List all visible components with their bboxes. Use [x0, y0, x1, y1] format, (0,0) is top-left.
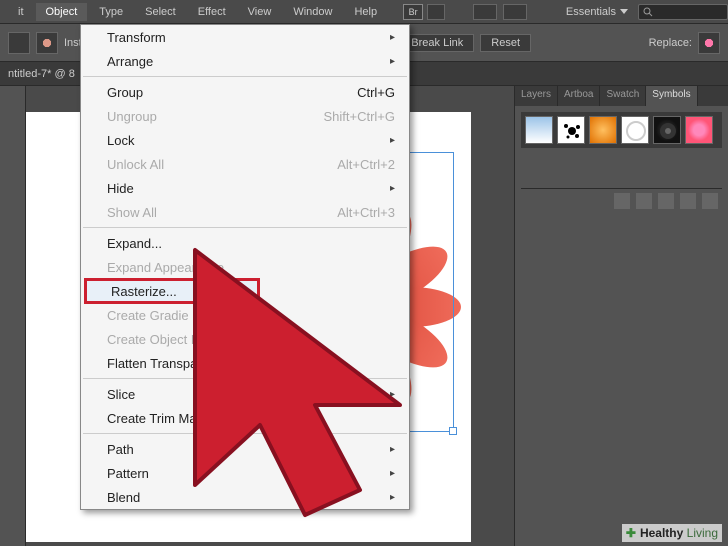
plus-icon: ✚	[626, 526, 636, 540]
menu-item-arrange[interactable]: Arrange	[81, 49, 409, 73]
layout-toggle-2-icon[interactable]	[503, 4, 527, 20]
replace-swatch[interactable]	[698, 32, 720, 54]
workspace-switcher[interactable]: Essentials	[558, 3, 636, 21]
menu-edit-partial[interactable]: it	[8, 3, 34, 21]
break-link-icon[interactable]	[636, 193, 652, 209]
bridge-icon[interactable]: Br	[403, 4, 423, 20]
menu-item-show-all: Show AllAlt+Ctrl+3	[81, 200, 409, 224]
menu-item-path[interactable]: Path	[81, 437, 409, 461]
menu-item-create-trim-marks[interactable]: Create Trim Marks	[81, 406, 409, 430]
symbol-swatch-2[interactable]	[589, 116, 617, 144]
menu-item-create-object-m: Create Object M	[81, 327, 409, 351]
symbol-swatch-4[interactable]	[653, 116, 681, 144]
panel-tabs: Layers Artboa Swatch Symbols	[515, 86, 728, 106]
menu-item-blend[interactable]: Blend	[81, 485, 409, 509]
menu-item-ungroup: UngroupShift+Ctrl+G	[81, 104, 409, 128]
symbol-swatch-1[interactable]	[557, 116, 585, 144]
watermark-suffix: Living	[687, 526, 718, 540]
symbol-options-icon[interactable]	[658, 193, 674, 209]
workspace-label: Essentials	[566, 6, 616, 18]
symbols-panel	[515, 106, 728, 219]
watermark-brand: Healthy	[640, 526, 683, 540]
menu-item-slice[interactable]: Slice	[81, 382, 409, 406]
menu-object[interactable]: Object	[36, 3, 88, 21]
menu-item-rasterize[interactable]: Rasterize...	[85, 279, 259, 303]
symbols-grid	[521, 112, 722, 148]
menu-item-pattern[interactable]: Pattern	[81, 461, 409, 485]
tab-symbols[interactable]: Symbols	[646, 86, 697, 106]
menu-effect[interactable]: Effect	[188, 3, 236, 21]
tab-artboards[interactable]: Artboa	[558, 86, 600, 106]
right-panel-dock: Layers Artboa Swatch Symbols	[514, 86, 728, 546]
main-menubar: it Object Type Select Effect View Window…	[0, 0, 728, 24]
replace-label: Replace:	[649, 37, 692, 49]
menu-item-expand[interactable]: Expand...	[81, 231, 409, 255]
menu-window[interactable]: Window	[283, 3, 342, 21]
tab-swatches[interactable]: Swatch	[600, 86, 646, 106]
menu-help[interactable]: Help	[344, 3, 387, 21]
symbol-swatch-3[interactable]	[621, 116, 649, 144]
delete-symbol-icon[interactable]	[702, 193, 718, 209]
menu-item-expand-appearance: Expand Appearance	[81, 255, 409, 279]
search-icon	[643, 7, 653, 17]
menu-item-flatten-transparency[interactable]: Flatten Transparency	[81, 351, 409, 375]
chevron-down-icon	[620, 9, 628, 14]
layout-toggle-1-icon[interactable]	[473, 4, 497, 20]
panel-footer	[521, 188, 722, 213]
symbol-instance-icon	[36, 32, 58, 54]
watermark: ✚ Healthy Living	[622, 524, 722, 542]
menu-type[interactable]: Type	[89, 3, 133, 21]
menu-select[interactable]: Select	[135, 3, 186, 21]
menu-item-create-gradie: Create Gradie	[81, 303, 409, 327]
menu-item-lock[interactable]: Lock	[81, 128, 409, 152]
object-menu-dropdown: TransformArrange GroupCtrl+GUngroupShift+…	[80, 24, 410, 510]
menu-item-unlock-all: Unlock AllAlt+Ctrl+2	[81, 152, 409, 176]
menu-item-transform[interactable]: Transform	[81, 25, 409, 49]
document-title: ntitled-7* @ 8	[8, 68, 75, 80]
search-input[interactable]	[638, 4, 728, 20]
menu-item-hide[interactable]: Hide	[81, 176, 409, 200]
symbol-swatch-0[interactable]	[525, 116, 553, 144]
new-symbol-icon[interactable]	[680, 193, 696, 209]
symbol-swatch-5[interactable]	[685, 116, 713, 144]
tab-layers[interactable]: Layers	[515, 86, 558, 106]
reset-button[interactable]: Reset	[480, 34, 531, 52]
tools-panel[interactable]	[0, 86, 26, 546]
menu-view[interactable]: View	[238, 3, 282, 21]
dropdown-icon[interactable]	[427, 4, 445, 20]
place-symbol-icon[interactable]	[614, 193, 630, 209]
break-link-button[interactable]: Break Link	[400, 34, 474, 52]
menu-item-group[interactable]: GroupCtrl+G	[81, 80, 409, 104]
no-selection-icon	[8, 32, 30, 54]
